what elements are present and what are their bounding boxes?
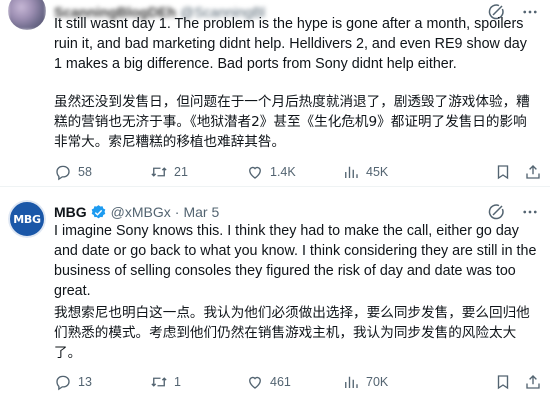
reply-button[interactable]: 58 (54, 163, 150, 181)
views-icon (342, 163, 360, 181)
more-icon[interactable] (520, 202, 540, 222)
author-avatar[interactable]: MBG (8, 200, 46, 238)
reply-count: 13 (78, 375, 92, 389)
grok-icon[interactable] (486, 202, 506, 222)
views-button[interactable]: 70K (342, 373, 438, 391)
logo-text: MBG (13, 212, 41, 226)
like-icon (246, 373, 264, 391)
reply-icon (54, 373, 72, 391)
post-text-chinese: 我想索尼也明白这一点。我认为他们必须做出选择，要么同步发售，要么回归他们熟悉的模… (54, 305, 530, 361)
retweet-count: 1 (174, 375, 181, 389)
views-count: 45K (366, 165, 389, 179)
like-icon (246, 163, 264, 181)
mbg-logo: MBG (8, 200, 46, 238)
views-icon (342, 373, 360, 391)
post-1[interactable]: ScanningBlogDEh @ScanningBl It still was… (0, 0, 550, 187)
reply-icon (54, 163, 72, 181)
reply-count: 58 (78, 165, 92, 179)
bookmark-icon[interactable] (494, 163, 512, 181)
post-text-english: I imagine Sony knows this. I think they … (54, 223, 537, 299)
retweet-button[interactable]: 1 (150, 373, 246, 391)
bookmark-icon[interactable] (494, 373, 512, 391)
views-count: 70K (366, 375, 389, 389)
post-actions: 13 1 461 70K (54, 373, 542, 391)
like-button[interactable]: 461 (246, 373, 342, 391)
author-name[interactable]: MBG (54, 204, 87, 220)
reply-button[interactable]: 13 (54, 373, 150, 391)
like-button[interactable]: 1.4K (246, 163, 342, 181)
author-handle[interactable]: @xMBGx (111, 204, 171, 220)
like-count: 1.4K (270, 165, 296, 179)
post-top-actions (486, 202, 540, 222)
share-icon[interactable] (524, 163, 542, 181)
verified-icon (90, 204, 107, 221)
retweet-icon (150, 373, 168, 391)
post-text-english: It still wasnt day 1. The problem is the… (54, 16, 527, 72)
post-utility-actions (494, 163, 542, 181)
post-2[interactable]: MBG MBG @xMBGx · Mar 5 I imagine Sony kn… (0, 188, 550, 412)
avatar-image (8, 0, 46, 30)
retweet-count: 21 (174, 165, 188, 179)
retweet-icon (150, 163, 168, 181)
retweet-button[interactable]: 21 (150, 163, 246, 181)
post-text-chinese: 虽然还没到发售日，但问题在于一个月后热度就消退了，剧透毁了游戏体验，糟糕的营销也… (54, 94, 530, 150)
separator-dot: · (174, 204, 180, 220)
post-utility-actions (494, 373, 542, 391)
post-date[interactable]: Mar 5 (183, 204, 219, 220)
views-button[interactable]: 45K (342, 163, 438, 181)
like-count: 461 (270, 375, 291, 389)
post-header: MBG @xMBGx · Mar 5 (54, 202, 219, 222)
author-avatar[interactable] (8, 0, 46, 30)
share-icon[interactable] (524, 373, 542, 391)
post-actions: 58 21 1.4K 45K (54, 163, 542, 181)
